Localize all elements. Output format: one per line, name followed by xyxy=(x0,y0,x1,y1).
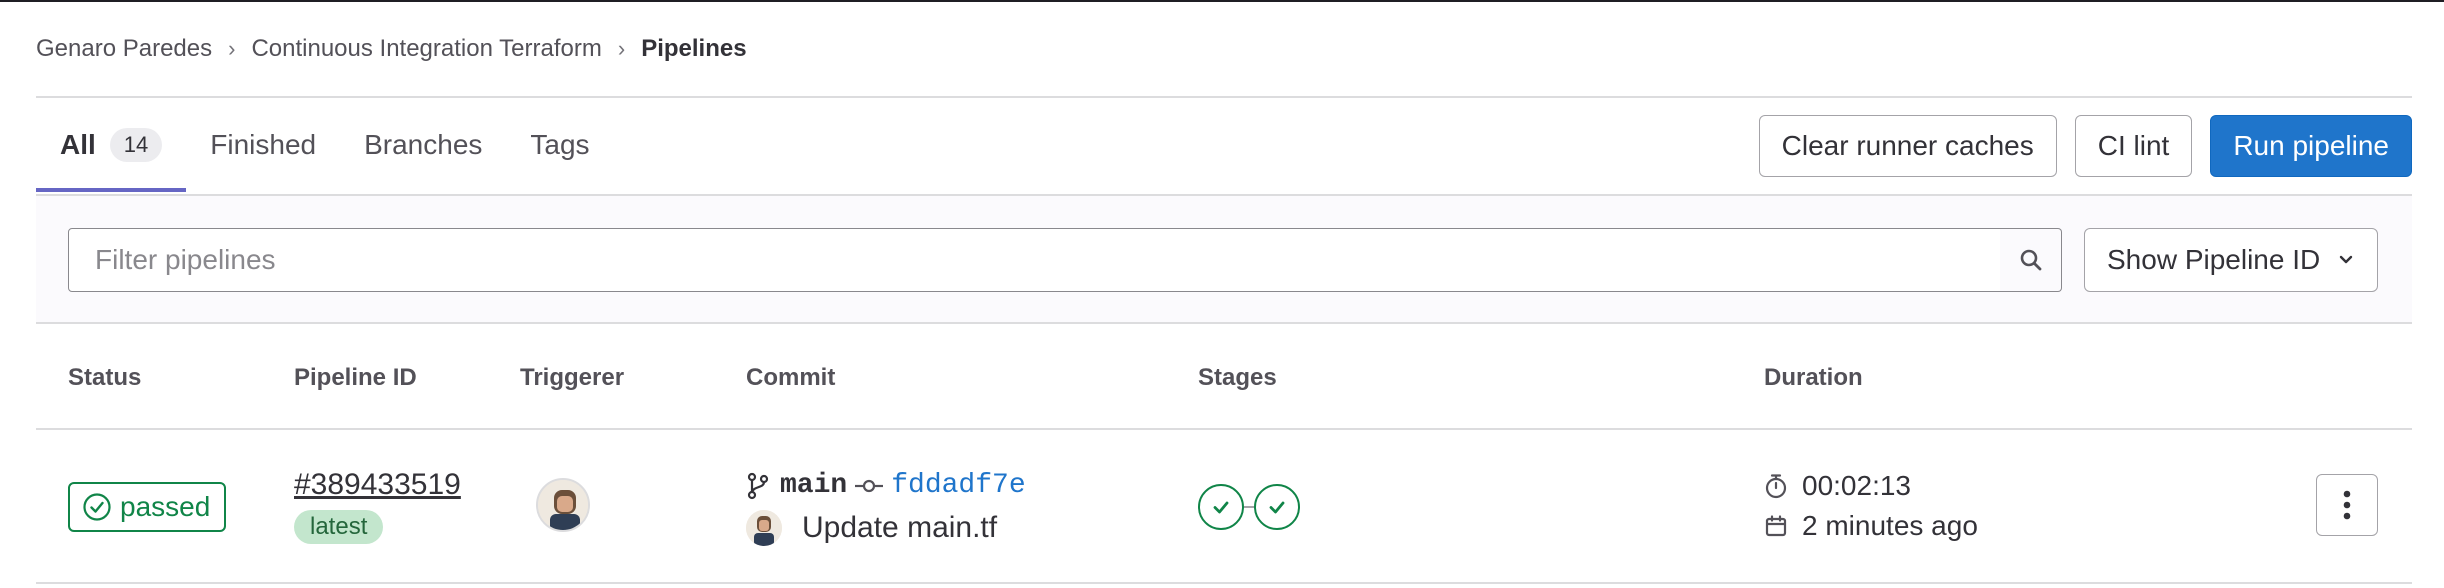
stage-status-button[interactable] xyxy=(1254,484,1300,530)
commit-ref: main fddadf7e xyxy=(746,470,1026,501)
finished-time-value[interactable]: 2 minutes ago xyxy=(1802,510,1978,542)
avatar[interactable] xyxy=(536,478,590,532)
commit-message: Update main.tf xyxy=(746,510,997,546)
column-header-status: Status xyxy=(68,364,142,391)
calendar-icon xyxy=(1764,514,1788,538)
check-icon xyxy=(1269,501,1285,514)
status-badge[interactable]: passed xyxy=(68,482,227,532)
column-header-triggerer: Triggerer xyxy=(520,364,625,391)
tab-tags[interactable]: Tags xyxy=(506,98,613,192)
chevron-right-icon: › xyxy=(617,36,626,61)
breadcrumb-current[interactable]: Pipelines xyxy=(641,35,746,63)
pipeline-stages xyxy=(1198,484,1300,530)
column-header-stages: Stages xyxy=(1198,364,1277,391)
top-border xyxy=(0,0,2444,2)
check-icon xyxy=(1213,501,1229,514)
stage-status-button[interactable] xyxy=(1198,484,1244,530)
commit-sha-link[interactable]: fddadf7e xyxy=(891,470,1025,501)
column-header-pipeline-id: Pipeline ID xyxy=(294,364,417,391)
status-success-icon xyxy=(82,492,112,522)
tab-branches[interactable]: Branches xyxy=(340,98,506,192)
filter-input[interactable]: Filter pipelines xyxy=(68,228,2002,292)
pipeline-finished-time: 2 minutes ago xyxy=(1764,510,1978,542)
pipeline-duration: 00:02:13 xyxy=(1764,470,1911,502)
page-actions: Clear runner caches CI lint Run pipeline xyxy=(1758,115,2412,177)
timer-icon xyxy=(1764,473,1788,499)
run-pipeline-button[interactable]: Run pipeline xyxy=(2210,115,2412,177)
branch-icon xyxy=(747,472,769,499)
commit-author-avatar[interactable] xyxy=(746,510,782,546)
tab-all[interactable]: All 14 xyxy=(36,98,187,192)
ellipsis-vertical-icon xyxy=(2343,490,2351,520)
tab-label: All xyxy=(60,129,96,160)
search-button[interactable] xyxy=(2000,228,2062,292)
tab-label: Branches xyxy=(364,129,483,160)
latest-badge: latest xyxy=(294,510,384,544)
pipeline-tabs: All 14 Finished Branches Tags xyxy=(36,98,614,192)
filter-bar: Filter pipelines Show Pipeline ID xyxy=(36,194,2412,324)
stage-connector xyxy=(1244,506,1254,508)
more-actions-button[interactable] xyxy=(2316,474,2378,536)
chevron-down-icon xyxy=(2339,255,2353,264)
branch-name-link[interactable]: main xyxy=(780,470,847,501)
search-icon xyxy=(2020,249,2041,271)
chevron-right-icon: › xyxy=(228,36,236,61)
clear-runner-caches-button[interactable]: Clear runner caches xyxy=(1758,115,2057,177)
breadcrumb-item-user[interactable]: Genaro Paredes xyxy=(36,35,212,63)
status-label: passed xyxy=(120,491,211,522)
table-header: Status Pipeline ID Triggerer Commit Stag… xyxy=(36,326,2412,430)
column-header-duration: Duration xyxy=(1764,364,1863,391)
tab-finished[interactable]: Finished xyxy=(186,98,340,192)
filter-placeholder: Filter pipelines xyxy=(95,244,276,275)
breadcrumb-item-project[interactable]: Continuous Integration Terraform xyxy=(251,35,601,63)
dropdown-label: Show Pipeline ID xyxy=(2107,244,2321,275)
show-pipeline-id-dropdown[interactable]: Show Pipeline ID xyxy=(2084,228,2378,292)
duration-value: 00:02:13 xyxy=(1802,470,1911,501)
column-header-commit: Commit xyxy=(746,364,836,391)
ci-lint-button[interactable]: CI lint xyxy=(2074,115,2193,177)
commit-icon xyxy=(855,479,884,492)
pipeline-id-link[interactable]: #389433519 xyxy=(294,468,461,502)
table-row: passed #389433519 latest main fddadf7e U… xyxy=(36,430,2412,584)
count-badge: 14 xyxy=(109,128,163,162)
commit-title-link[interactable]: Update main.tf xyxy=(802,511,997,545)
tab-label: Tags xyxy=(530,129,590,160)
tab-label: Finished xyxy=(210,129,317,160)
breadcrumb: Genaro Paredes › Continuous Integration … xyxy=(36,34,747,64)
